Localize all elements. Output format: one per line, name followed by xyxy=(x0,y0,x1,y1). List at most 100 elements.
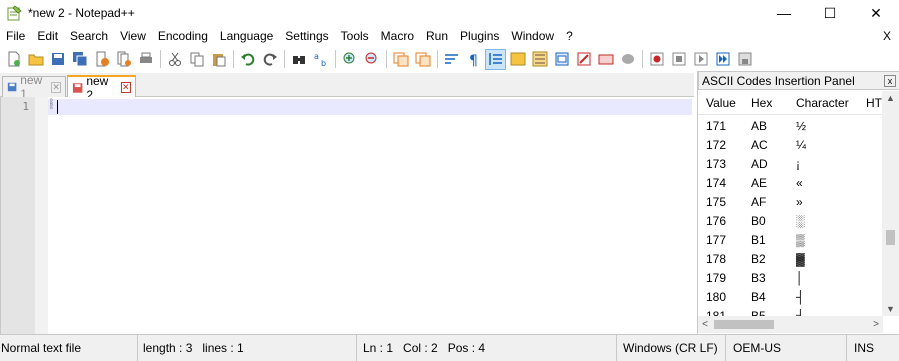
close-document-button[interactable]: X xyxy=(883,26,891,46)
status-file-type: Normal text file xyxy=(0,335,138,361)
table-row[interactable]: 179 B3 │ xyxy=(698,269,882,288)
replace-icon[interactable]: ab xyxy=(311,50,330,69)
toolbar-separator xyxy=(642,50,643,68)
save-macro-icon[interactable] xyxy=(735,50,754,69)
tab-new-2[interactable]: new 2 ✕ xyxy=(67,74,136,102)
sync-horizontal-icon[interactable] xyxy=(413,50,432,69)
text-content[interactable]: ░ ░ xyxy=(48,97,692,334)
table-row[interactable]: 178 B2 ▓ xyxy=(698,250,882,269)
column-header-html[interactable]: HT xyxy=(866,96,882,110)
table-row[interactable]: 181 B5 ╡ xyxy=(698,307,882,316)
zoom-out-icon[interactable] xyxy=(362,50,381,69)
toolbar: ab ¶ xyxy=(0,46,899,72)
open-file-icon[interactable] xyxy=(26,50,45,69)
status-insert-mode[interactable]: INS xyxy=(853,335,897,361)
minimize-button[interactable]: — xyxy=(761,0,807,26)
scrollbar-thumb[interactable] xyxy=(886,230,895,245)
table-row[interactable]: 172 AC ¼ xyxy=(698,136,882,155)
close-icon[interactable] xyxy=(92,50,111,69)
show-all-chars-icon[interactable]: ¶ xyxy=(464,50,483,69)
tab-new-1[interactable]: new 1 ✕ xyxy=(2,73,66,101)
scrollbar-thumb[interactable] xyxy=(714,320,774,329)
table-row[interactable]: 180 B4 ┤ xyxy=(698,288,882,307)
ascii-table: Value Hex Character HT 171 AB ½ 172 AC ¼ 173… xyxy=(698,91,882,316)
word-wrap-icon[interactable] xyxy=(442,50,461,69)
document-tab-bar: new 1 ✕ new 2 ✕ xyxy=(0,73,694,102)
menu-settings[interactable]: Settings xyxy=(279,26,334,46)
tab-close-icon[interactable]: ✕ xyxy=(51,81,62,93)
table-row[interactable]: 177 B1 ▒ xyxy=(698,231,882,250)
column-header-character[interactable]: Character xyxy=(796,96,849,110)
table-row[interactable]: 173 AD ¡ xyxy=(698,155,882,174)
cut-icon[interactable] xyxy=(165,50,184,69)
redo-icon[interactable] xyxy=(260,50,279,69)
menu-file[interactable]: File xyxy=(0,26,31,46)
table-row[interactable]: 174 AE « xyxy=(698,174,882,193)
close-window-button[interactable]: ✕ xyxy=(853,0,899,26)
save-icon[interactable] xyxy=(48,50,67,69)
scroll-right-icon[interactable]: > xyxy=(869,316,883,333)
stop-macro-icon[interactable] xyxy=(669,50,688,69)
vertical-scrollbar[interactable]: ▲ ▼ xyxy=(882,91,899,316)
menu-plugins[interactable]: Plugins xyxy=(454,26,505,46)
menu-search[interactable]: Search xyxy=(64,26,114,46)
panel-close-icon[interactable]: x xyxy=(884,75,896,87)
minimize-icon: — xyxy=(777,5,791,21)
monitoring-icon[interactable] xyxy=(596,50,615,69)
paste-icon[interactable] xyxy=(209,50,228,69)
column-header-value[interactable]: Value xyxy=(706,96,736,110)
tab-close-icon[interactable]: ✕ xyxy=(120,82,131,93)
saved-document-icon xyxy=(7,82,17,92)
menu-view[interactable]: View xyxy=(114,26,152,46)
menu-run[interactable]: Run xyxy=(420,26,454,46)
document-map-icon[interactable] xyxy=(530,50,549,69)
editor-area[interactable]: 1 ░ ░ xyxy=(0,97,694,334)
table-row[interactable]: 176 B0 ░ xyxy=(698,212,882,231)
zoom-in-icon[interactable] xyxy=(340,50,359,69)
function-list-icon[interactable] xyxy=(552,50,571,69)
svg-text:b: b xyxy=(321,59,326,67)
scroll-down-icon[interactable]: ▼ xyxy=(882,302,899,316)
maximize-icon: ☐ xyxy=(823,4,837,21)
menu-edit[interactable]: Edit xyxy=(31,26,64,46)
menu-window[interactable]: Window xyxy=(505,26,560,46)
find-icon[interactable] xyxy=(289,50,308,69)
column-header-hex[interactable]: Hex xyxy=(751,96,772,110)
folder-workspace-icon[interactable] xyxy=(574,50,593,69)
status-lines: lines : 1 xyxy=(202,341,244,355)
sync-vertical-icon[interactable] xyxy=(391,50,410,69)
scroll-left-icon[interactable]: < xyxy=(698,316,712,333)
table-row[interactable]: 171 AB ½ xyxy=(698,117,882,136)
ascii-codes-panel: ASCII Codes Insertion Panel x Value Hex … xyxy=(697,71,899,334)
panel-header: ASCII Codes Insertion Panel x xyxy=(698,71,899,90)
status-encoding[interactable]: OEM-US xyxy=(732,335,847,361)
menu-tools[interactable]: Tools xyxy=(335,26,375,46)
user-language-icon[interactable] xyxy=(508,50,527,69)
notepadplusplus-app-icon[interactable] xyxy=(6,5,22,21)
menu-help[interactable]: ? xyxy=(560,26,579,46)
status-eol[interactable]: Windows (CR LF) xyxy=(622,335,726,361)
maximize-button[interactable]: ☐ xyxy=(807,0,853,26)
run-macro-multiple-icon[interactable] xyxy=(713,50,732,69)
text-caret xyxy=(57,100,58,114)
menu-language[interactable]: Language xyxy=(214,26,279,46)
scroll-up-icon[interactable]: ▲ xyxy=(882,91,899,105)
new-file-icon[interactable] xyxy=(4,50,23,69)
indent-guide-icon[interactable] xyxy=(485,48,506,70)
menu-encoding[interactable]: Encoding xyxy=(152,26,214,46)
window-title: *new 2 - Notepad++ xyxy=(28,6,135,20)
copy-icon[interactable] xyxy=(187,50,206,69)
undo-icon[interactable] xyxy=(238,50,257,69)
svg-text:a: a xyxy=(314,52,319,61)
play-macro-icon[interactable] xyxy=(691,50,710,69)
menu-macro[interactable]: Macro xyxy=(375,26,420,46)
table-row[interactable]: 175 AF» xyxy=(698,193,882,212)
record-macro-disabled-icon[interactable] xyxy=(618,50,637,69)
save-all-icon[interactable] xyxy=(70,50,89,69)
close-all-icon[interactable] xyxy=(114,50,133,69)
fold-margin[interactable] xyxy=(35,97,48,334)
horizontal-scrollbar[interactable]: < > xyxy=(698,316,883,333)
print-icon[interactable] xyxy=(136,50,155,69)
menu-bar: File Edit Search View Encoding Language … xyxy=(0,26,899,46)
record-macro-icon[interactable] xyxy=(647,50,666,69)
